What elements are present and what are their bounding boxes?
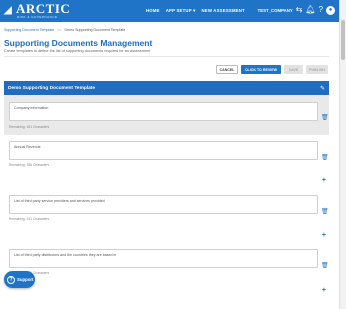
- help-icon[interactable]: ?: [319, 5, 323, 15]
- plus-icon[interactable]: +: [322, 232, 326, 239]
- scrollbar-thumb[interactable]: [341, 20, 345, 60]
- nav-home[interactable]: HOME: [146, 8, 160, 14]
- click-to-review-button[interactable]: CLICK TO REVIEW: [241, 65, 281, 74]
- trash-icon[interactable]: 🗑︎: [321, 209, 329, 216]
- publish-button[interactable]: PUBLISH: [306, 65, 328, 74]
- document-item-input[interactable]: Annual Revenue: [9, 141, 318, 160]
- pencil-icon[interactable]: ✎: [320, 85, 325, 92]
- breadcrumb-current: Demo Supporting Document Template: [64, 28, 126, 32]
- document-item-input[interactable]: List of third party service providers an…: [9, 195, 318, 214]
- plus-icon[interactable]: +: [322, 177, 326, 184]
- transfer-icon[interactable]: ⇆: [296, 5, 303, 15]
- document-item: List of third party distributors and the…: [4, 243, 329, 295]
- logo-text: ARCTIC: [16, 1, 71, 16]
- breadcrumb-separator: >>: [57, 28, 62, 32]
- app-logo[interactable]: ◢ ARCTIC RISK & GOVERNANCE: [4, 0, 70, 22]
- document-item-input[interactable]: Company Information: [9, 102, 318, 121]
- logo-mark-icon: ◢: [4, 5, 12, 16]
- nav-new-assessment[interactable]: NEW ASSESSMENT: [201, 8, 244, 14]
- document-item: Annual Revenue Remaining: 186 Characters…: [4, 135, 329, 187]
- divider: [4, 56, 329, 57]
- question-icon: ?: [7, 275, 15, 284]
- remaining-characters: Remaining: 141 Characters: [9, 217, 50, 221]
- cancel-button[interactable]: CANCEL: [216, 65, 238, 74]
- document-item-input[interactable]: List of third party distributors and the…: [9, 249, 318, 268]
- plus-icon[interactable]: +: [322, 287, 326, 294]
- document-item: List of third party service providers an…: [4, 189, 329, 241]
- vertical-scrollbar[interactable]: [339, 0, 346, 309]
- trash-icon[interactable]: 🗑︎: [321, 115, 329, 122]
- template-title: Demo Supporting Document Template: [8, 85, 96, 91]
- main-nav: HOME APP SETUP ▾ NEW ASSESSMENT: [146, 8, 245, 14]
- page-title: Supporting Documents Management: [4, 38, 153, 48]
- app-frame: ◢ ARCTIC RISK & GOVERNANCE HOME APP SETU…: [0, 0, 339, 309]
- save-button[interactable]: SAVE: [284, 65, 303, 74]
- remaining-characters: Remaining: 186 Characters: [9, 163, 50, 167]
- document-item: Company Information Remaining: 181 Chara…: [4, 95, 329, 135]
- bell-icon[interactable]: 🔔︎: [305, 5, 315, 15]
- support-button[interactable]: ? Support: [4, 271, 35, 288]
- user-icon[interactable]: ●: [326, 5, 335, 15]
- remaining-characters: Remaining: 181 Characters: [9, 125, 50, 129]
- nav-app-setup[interactable]: APP SETUP ▾: [166, 8, 196, 14]
- company-name[interactable]: TEST_COMPANY: [258, 8, 293, 13]
- breadcrumb: Supporting Document Template >> Demo Sup…: [4, 28, 125, 32]
- breadcrumb-link[interactable]: Supporting Document Template: [4, 28, 54, 32]
- action-buttons: CANCEL CLICK TO REVIEW SAVE PUBLISH: [216, 65, 328, 74]
- top-navigation-bar: ◢ ARCTIC RISK & GOVERNANCE HOME APP SETU…: [0, 0, 339, 22]
- page-subtitle: Create templates to define the list of s…: [4, 49, 151, 53]
- template-panel-header: Demo Supporting Document Template ✎: [4, 81, 329, 95]
- support-label: Support: [17, 277, 34, 282]
- header-tools: TEST_COMPANY ⇆ 🔔︎ ? ●: [258, 5, 335, 15]
- trash-icon[interactable]: 🗑︎: [321, 155, 329, 162]
- trash-icon[interactable]: 🗑︎: [321, 263, 329, 270]
- logo-subtext: RISK & GOVERNANCE: [17, 15, 58, 19]
